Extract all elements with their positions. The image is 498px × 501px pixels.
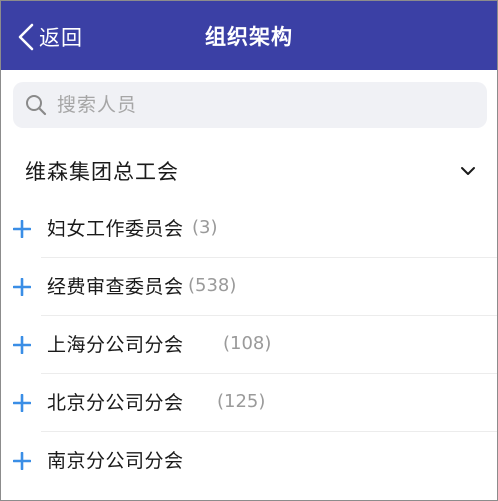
search-input[interactable] <box>55 93 459 117</box>
plus-icon[interactable] <box>13 220 31 238</box>
app-frame: 返回 组织架构 维森集团总工会 妇女工作委员会 (3) <box>0 0 498 501</box>
department-name: 妇女工作委员会 <box>47 214 186 241</box>
list-item[interactable]: 经费审查委员会 (538) <box>1 258 497 316</box>
member-count: (3) <box>192 217 218 238</box>
group-header[interactable]: 维森集团总工会 <box>1 143 497 199</box>
page-title: 组织架构 <box>205 25 293 49</box>
search-bar[interactable] <box>13 82 487 128</box>
list-item[interactable]: 上海分公司分会 (108) <box>1 316 497 374</box>
member-count: (125) <box>217 391 266 412</box>
group-title: 维森集团总工会 <box>25 160 179 184</box>
department-name: 上海分公司分会 <box>47 330 186 357</box>
plus-icon[interactable] <box>13 336 31 354</box>
navigation-bar: 返回 组织架构 <box>1 1 497 70</box>
department-name: 南京分公司分会 <box>47 446 186 473</box>
member-count: (538) <box>188 275 237 296</box>
plus-icon[interactable] <box>13 278 31 296</box>
chevron-down-icon <box>461 167 475 175</box>
department-name: 经费审查委员会 <box>47 272 186 299</box>
list-item[interactable]: 南京分公司分会 <box>1 432 497 490</box>
plus-icon[interactable] <box>13 394 31 412</box>
search-icon <box>26 95 47 116</box>
list-item[interactable]: 北京分公司分会 (125) <box>1 374 497 432</box>
list-item[interactable]: 妇女工作委员会 (3) <box>1 200 497 258</box>
department-list: 妇女工作委员会 (3) 经费审查委员会 (538) 上海分公司分会 (108) <box>1 200 497 490</box>
member-count: (108) <box>223 333 272 354</box>
plus-icon[interactable] <box>13 452 31 470</box>
department-name: 北京分公司分会 <box>47 388 186 415</box>
